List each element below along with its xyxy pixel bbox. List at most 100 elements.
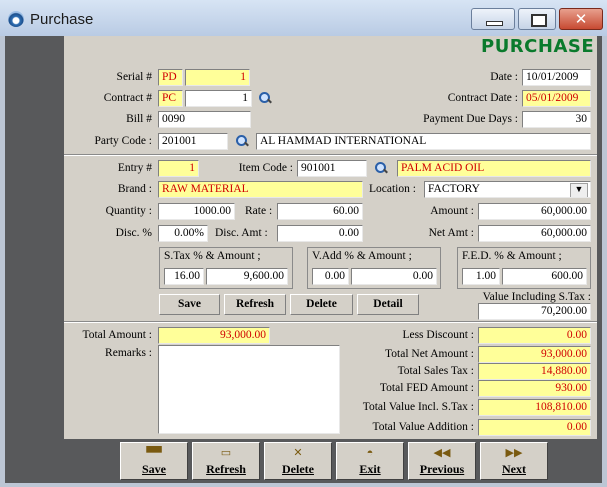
total-sales-tax-field[interactable]: 14,880.00	[478, 363, 591, 380]
maximize-button[interactable]	[518, 8, 556, 30]
window-title: Purchase	[30, 11, 94, 28]
brand-label: Brand :	[117, 183, 152, 195]
quantity-label: Quantity :	[105, 205, 152, 217]
location-value: FACTORY	[428, 183, 480, 195]
next-button[interactable]: ▶▶ Next	[480, 442, 548, 480]
quantity-field[interactable]: 1000.00	[158, 203, 235, 220]
total-amount-label: Total Amount :	[82, 329, 152, 341]
total-value-incl-tax-field[interactable]: 108,810.00	[478, 399, 591, 416]
remarks-textarea[interactable]	[158, 345, 340, 434]
minimize-button[interactable]	[471, 8, 515, 30]
sales-tax-title: S.Tax % & Amount ;	[164, 250, 261, 262]
window-frame-right	[602, 36, 607, 487]
payment-due-days-field[interactable]: 30	[522, 111, 591, 128]
party-code-field[interactable]: 201001	[158, 133, 228, 150]
fed-title: F.E.D. % & Amount ;	[462, 250, 562, 262]
fed-percent-field[interactable]: 1.00	[462, 268, 500, 285]
sales-tax-amount-field[interactable]: 9,600.00	[206, 268, 288, 285]
bill-number-field[interactable]: 0090	[158, 111, 251, 128]
delete-icon: ✕	[293, 447, 303, 459]
value-addition-amount-field[interactable]: 0.00	[351, 268, 437, 285]
amount-label: Amount :	[430, 205, 474, 217]
less-discount-field[interactable]: 0.00	[478, 327, 591, 344]
total-value-addition-label: Total Value Addition :	[372, 421, 474, 433]
rate-field[interactable]: 60.00	[277, 203, 363, 220]
value-addition-title: V.Add % & Amount ;	[312, 250, 412, 262]
item-code-label: Item Code :	[238, 162, 293, 174]
close-button[interactable]: ✕	[559, 8, 603, 30]
next-button-label: Next	[502, 462, 526, 476]
brand-field[interactable]: RAW MATERIAL	[158, 181, 363, 198]
refresh-button[interactable]: ▭ Refresh	[192, 442, 260, 480]
value-addition-percent-field[interactable]: 0.00	[312, 268, 349, 285]
total-value-addition-field[interactable]: 0.00	[478, 419, 591, 436]
previous-button-label: Previous	[419, 462, 465, 476]
save-icon: ▀▀	[146, 447, 162, 459]
remarks-label: Remarks :	[105, 347, 152, 359]
fed-amount-field[interactable]: 600.00	[502, 268, 587, 285]
net-amount-label: Net Amt :	[428, 227, 474, 239]
date-label: Date :	[490, 71, 518, 83]
save-button-label: Save	[142, 462, 166, 476]
section-divider	[64, 321, 597, 323]
entry-refresh-button[interactable]: Refresh	[224, 294, 286, 315]
serial-label: Serial #	[116, 71, 152, 83]
discount-amount-label: Disc. Amt :	[215, 227, 268, 239]
right-side-panel	[597, 36, 602, 483]
refresh-button-label: Refresh	[206, 462, 246, 476]
location-select[interactable]: FACTORY ▼	[424, 181, 591, 198]
party-lookup-button[interactable]	[233, 133, 250, 150]
location-label: Location :	[369, 183, 416, 195]
delete-button-label: Delete	[282, 462, 314, 476]
delete-button[interactable]: ✕ Delete	[264, 442, 332, 480]
discount-amount-field[interactable]: 0.00	[277, 225, 363, 242]
serial-prefix-field[interactable]: PD	[158, 69, 183, 86]
exit-icon: ◓	[366, 447, 374, 459]
entry-delete-button[interactable]: Delete	[290, 294, 353, 315]
left-side-panel	[5, 36, 64, 483]
refresh-icon: ▭	[220, 447, 232, 459]
close-icon: ✕	[574, 10, 588, 28]
contract-lookup-button[interactable]	[256, 90, 273, 107]
less-discount-label: Less Discount :	[402, 329, 474, 341]
item-code-field[interactable]: 901001	[297, 160, 367, 177]
contract-number-field[interactable]: 1	[185, 90, 252, 107]
contract-date-label: Contract Date :	[447, 92, 518, 104]
exit-button[interactable]: ◓ Exit	[336, 442, 404, 480]
total-net-amount-label: Total Net Amount :	[385, 348, 474, 360]
entry-save-button[interactable]: Save	[159, 294, 220, 315]
section-divider	[64, 154, 597, 156]
rate-label: Rate :	[245, 205, 273, 217]
entry-number-field[interactable]: 1	[158, 160, 199, 177]
net-amount-field[interactable]: 60,000.00	[478, 225, 591, 242]
next-arrow-icon: ▶▶	[505, 447, 523, 459]
contract-date-field[interactable]: 05/01/2009	[522, 90, 591, 107]
maximize-icon	[531, 14, 547, 27]
amount-field[interactable]: 60,000.00	[478, 203, 591, 220]
total-value-incl-tax-label: Total Value Incl. S.Tax :	[362, 401, 474, 413]
entry-detail-button[interactable]: Detail	[357, 294, 419, 315]
contract-prefix-field[interactable]: PC	[158, 90, 183, 107]
value-including-tax-field[interactable]: 70,200.00	[478, 303, 591, 320]
total-net-amount-field[interactable]: 93,000.00	[478, 346, 591, 363]
contract-label: Contract #	[103, 92, 152, 104]
item-name-field[interactable]: PALM ACID OIL	[397, 160, 591, 177]
form-heading: PURCHASE	[481, 36, 595, 57]
total-sales-tax-label: Total Sales Tax :	[397, 365, 474, 377]
save-button[interactable]: ▀▀ Save	[120, 442, 188, 480]
sales-tax-percent-field[interactable]: 16.00	[164, 268, 204, 285]
previous-button[interactable]: ◀◀ Previous	[408, 442, 476, 480]
minimize-icon	[486, 21, 503, 26]
party-code-label: Party Code :	[94, 135, 153, 147]
discount-percent-field[interactable]: 0.00%	[158, 225, 208, 242]
party-name-field[interactable]: AL HAMMAD INTERNATIONAL	[256, 133, 591, 150]
total-fed-amount-field[interactable]: 930.00	[478, 380, 591, 397]
total-amount-field[interactable]: 93,000.00	[158, 327, 270, 344]
previous-arrow-icon: ◀◀	[433, 447, 451, 459]
total-fed-amount-label: Total FED Amount :	[379, 382, 474, 394]
item-lookup-button[interactable]	[372, 160, 389, 177]
date-field[interactable]: 10/01/2009	[522, 69, 591, 86]
entry-label: Entry #	[117, 162, 152, 174]
chevron-down-icon[interactable]: ▼	[570, 183, 588, 197]
serial-number-field[interactable]: 1	[185, 69, 250, 86]
